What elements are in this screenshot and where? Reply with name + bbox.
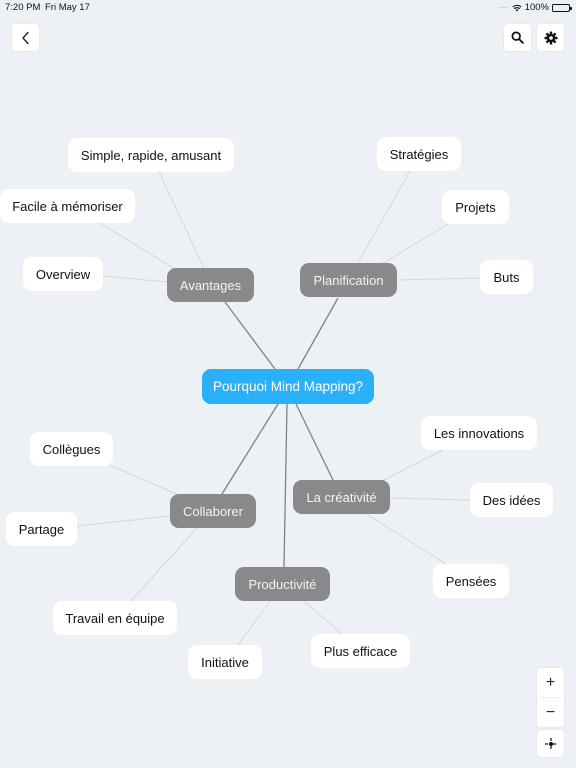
leaf-node-label: Des idées xyxy=(482,492,541,508)
root-node[interactable]: Pourquoi Mind Mapping? xyxy=(202,369,374,404)
branch-node-label: Productivité xyxy=(248,576,317,592)
leaf-node-label: Projets xyxy=(455,199,496,215)
leaf-node-label: Stratégies xyxy=(389,146,449,162)
leaf-edge xyxy=(367,514,447,565)
branch-edge xyxy=(295,403,334,481)
leaf-node[interactable]: Stratégies xyxy=(377,137,461,171)
leaf-node[interactable]: Plus efficace xyxy=(311,634,410,668)
branch-node[interactable]: Avantages xyxy=(167,268,254,302)
leaf-node-label: Plus efficace xyxy=(323,643,398,659)
leaf-edge xyxy=(76,515,171,527)
leaf-edge xyxy=(158,171,205,269)
zoom-controls: + − xyxy=(537,668,564,727)
leaf-edge xyxy=(99,222,179,272)
leaf-node[interactable]: Projets xyxy=(442,190,509,224)
leaf-node[interactable]: Collègues xyxy=(30,432,113,466)
branch-node-label: La créativité xyxy=(306,489,377,505)
branch-node-label: Planification xyxy=(313,272,384,288)
branch-node[interactable]: Planification xyxy=(300,263,397,297)
branch-edge xyxy=(221,403,279,495)
leaf-edge xyxy=(237,600,271,646)
leaf-edge xyxy=(357,170,411,264)
leaf-node[interactable]: Buts xyxy=(480,260,533,294)
leaf-edge xyxy=(102,275,168,283)
leaf-node[interactable]: Facile à mémoriser xyxy=(0,189,135,223)
recenter-button[interactable] xyxy=(537,730,564,757)
zoom-out-button[interactable]: − xyxy=(537,698,564,727)
branch-edge xyxy=(297,297,339,370)
leaf-node-label: Initiative xyxy=(201,654,249,670)
leaf-node[interactable]: Travail en équipe xyxy=(53,601,177,635)
leaf-node[interactable]: Partage xyxy=(6,512,77,546)
leaf-edge xyxy=(109,464,177,495)
leaf-edge xyxy=(379,449,444,483)
leaf-node-label: Partage xyxy=(18,521,65,537)
leaf-node[interactable]: Simple, rapide, amusant xyxy=(68,138,234,172)
leaf-node[interactable]: Des idées xyxy=(470,483,553,517)
leaf-node-label: Travail en équipe xyxy=(65,610,165,626)
leaf-node-label: Buts xyxy=(493,269,520,285)
branch-node[interactable]: La créativité xyxy=(293,480,390,514)
leaf-node-label: Collègues xyxy=(42,441,101,457)
leaf-edge xyxy=(396,277,481,281)
branch-edge xyxy=(283,403,288,568)
branch-node[interactable]: Productivité xyxy=(235,567,330,601)
branch-node-label: Avantages xyxy=(179,277,242,293)
leaf-edge xyxy=(303,600,343,635)
crosshair-icon xyxy=(544,737,557,750)
leaf-node[interactable]: Overview xyxy=(23,257,103,291)
zoom-in-button[interactable]: + xyxy=(537,668,564,697)
leaf-node-label: Simple, rapide, amusant xyxy=(80,147,222,163)
leaf-node[interactable]: Les innovations xyxy=(421,416,537,450)
branch-edge xyxy=(224,301,276,370)
leaf-node[interactable]: Pensées xyxy=(433,564,509,598)
leaf-node-label: Overview xyxy=(35,266,91,282)
leaf-edge xyxy=(130,527,198,602)
branch-node-label: Collaborer xyxy=(183,503,243,519)
leaf-node-label: Les innovations xyxy=(433,425,525,441)
leaf-node-label: Facile à mémoriser xyxy=(12,198,123,214)
root-node-label: Pourquoi Mind Mapping? xyxy=(212,379,364,394)
branch-node[interactable]: Collaborer xyxy=(170,494,256,528)
leaf-edge xyxy=(389,497,471,501)
leaf-edge xyxy=(379,223,449,266)
leaf-node-label: Pensées xyxy=(445,573,497,589)
leaf-node[interactable]: Initiative xyxy=(188,645,262,679)
